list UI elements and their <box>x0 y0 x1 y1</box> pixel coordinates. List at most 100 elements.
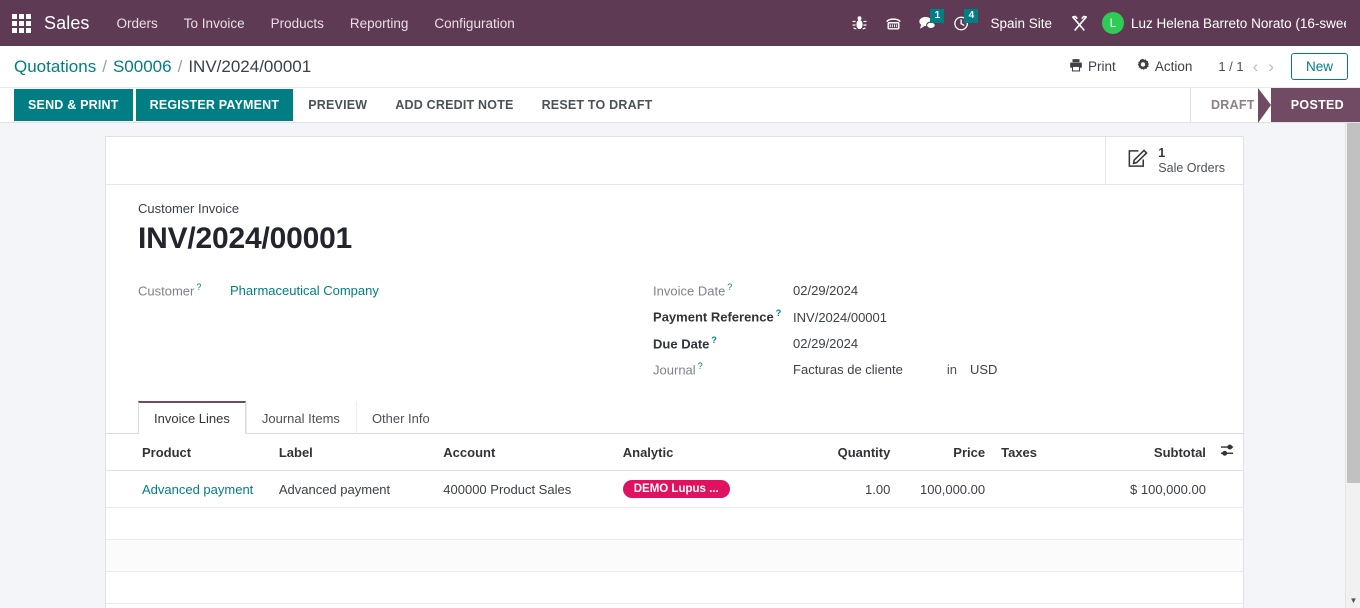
pager-previous-icon[interactable]: ‹ <box>1248 58 1264 75</box>
cell-subtotal[interactable]: $ 100,000.00 <box>1082 470 1212 509</box>
send-and-print-button[interactable]: SEND & PRINT <box>14 89 133 121</box>
breadcrumb: Quotations / S00006 / INV/2024/00001 <box>14 57 311 77</box>
cell-quantity[interactable]: 1.00 <box>788 470 899 509</box>
cell-product[interactable]: Advanced payment <box>106 470 271 509</box>
menu-reporting[interactable]: Reporting <box>337 10 422 37</box>
user-menu[interactable]: L Luz Helena Barreto Norato (16-sweet-b.… <box>1096 12 1346 34</box>
cell-price[interactable]: 100,000.00 <box>898 470 994 509</box>
field-customer-label: Customer? <box>138 282 230 298</box>
table-row[interactable]: Advanced payment Advanced payment 400000… <box>106 470 1243 509</box>
print-label: Print <box>1088 59 1116 74</box>
smart-button-text: 1 Sale Orders <box>1158 146 1225 176</box>
messages-icon[interactable]: 1 <box>910 6 945 40</box>
smart-button-value: 1 <box>1158 145 1166 160</box>
column-header-analytic[interactable]: Analytic <box>614 434 789 472</box>
scrollbar-thumb[interactable] <box>1347 123 1360 483</box>
table-body: Advanced payment Advanced payment 400000… <box>106 470 1243 605</box>
help-icon[interactable]: ? <box>711 335 717 345</box>
field-journal-value[interactable]: Facturas de cliente <box>793 362 903 377</box>
table-header-row: Product Label Account Analytic Quantity … <box>106 434 1243 472</box>
navbar-right-tools: 1 4 Spain Site L Luz Helena Barreto Nora… <box>842 6 1350 40</box>
app-brand-sales[interactable]: Sales <box>38 13 104 34</box>
help-icon[interactable]: ? <box>776 308 782 318</box>
table-row-empty[interactable] <box>106 539 1243 573</box>
field-customer-value[interactable]: Pharmaceutical Company <box>230 283 379 298</box>
breadcrumb-item-quotations[interactable]: Quotations <box>14 57 96 77</box>
print-button[interactable]: Print <box>1059 53 1126 80</box>
cell-product-link[interactable]: Advanced payment <box>142 482 253 497</box>
pager-count: 1 / 1 <box>1218 59 1244 74</box>
breadcrumb-separator: / <box>102 56 107 76</box>
cell-taxes[interactable] <box>993 470 1083 509</box>
bug-icon[interactable] <box>842 6 876 40</box>
field-invoice-date-value[interactable]: 02/29/2024 <box>793 283 858 298</box>
fields-group: Customer? Pharmaceutical Company Invoice… <box>138 280 1211 387</box>
analytic-tag-badge[interactable]: DEMO Lupus ... <box>622 480 730 499</box>
tab-invoice-lines[interactable]: Invoice Lines <box>138 401 246 435</box>
tools-wrench-icon[interactable] <box>1062 6 1096 40</box>
preview-button[interactable]: PREVIEW <box>294 88 381 122</box>
smart-button-label: Sale Orders <box>1158 160 1225 175</box>
field-payment-reference: Payment Reference? INV/2024/00001 <box>653 308 1211 324</box>
field-due-date-value[interactable]: 02/29/2024 <box>793 336 858 351</box>
column-header-label[interactable]: Label <box>270 434 436 472</box>
field-payment-reference-value[interactable]: INV/2024/00001 <box>793 310 887 325</box>
field-payment-reference-label: Payment Reference? <box>653 308 793 324</box>
messages-badge: 1 <box>930 9 945 23</box>
currency-code[interactable]: USD <box>957 362 997 377</box>
table-row-empty[interactable] <box>106 571 1243 605</box>
action-button[interactable]: Action <box>1126 53 1203 80</box>
help-icon[interactable]: ? <box>196 282 201 292</box>
form-view-area: 1 Sale Orders Customer Invoice INV/2024/… <box>0 123 1360 608</box>
table-row-empty[interactable] <box>106 507 1243 541</box>
status-bar: DRAFT POSTED <box>1189 88 1360 123</box>
scroll-down-icon[interactable]: ▼ <box>1346 593 1360 608</box>
sheet-body: Customer Invoice INV/2024/00001 Customer… <box>106 185 1243 387</box>
smart-button-sale-orders[interactable]: 1 Sale Orders <box>1105 137 1243 184</box>
help-icon[interactable]: ? <box>698 361 703 371</box>
apps-grid-icon[interactable] <box>8 10 34 36</box>
reset-to-draft-button[interactable]: RESET TO DRAFT <box>528 88 667 122</box>
new-button[interactable]: New <box>1290 53 1348 80</box>
menu-to-invoice[interactable]: To Invoice <box>171 10 258 37</box>
phone-icon[interactable] <box>876 6 910 40</box>
register-payment-button[interactable]: REGISTER PAYMENT <box>135 89 294 121</box>
help-icon[interactable]: ? <box>727 282 732 292</box>
field-invoice-date-label-text: Invoice Date <box>653 283 726 299</box>
activities-clock-icon[interactable]: 4 <box>944 6 979 40</box>
pager-next-icon[interactable]: › <box>1263 58 1279 75</box>
menu-orders[interactable]: Orders <box>104 10 171 37</box>
column-header-subtotal[interactable]: Subtotal <box>1082 434 1212 472</box>
status-posted[interactable]: POSTED <box>1253 88 1360 123</box>
column-options-icon[interactable] <box>1220 444 1235 460</box>
page-title: INV/2024/00001 <box>138 222 353 255</box>
menu-configuration[interactable]: Configuration <box>421 10 527 37</box>
field-due-date-label: Due Date? <box>653 335 793 351</box>
tab-journal-items[interactable]: Journal Items <box>245 401 356 435</box>
cell-label[interactable]: Advanced payment <box>270 470 436 509</box>
breadcrumb-item-s00006[interactable]: S00006 <box>113 57 172 77</box>
field-payment-reference-label-text: Payment Reference <box>653 309 774 325</box>
notebook-tabs: Invoice Lines Journal Items Other Info <box>106 401 1243 435</box>
field-due-date-label-text: Due Date <box>653 335 710 351</box>
tab-other-info[interactable]: Other Info <box>355 401 446 435</box>
website-selector[interactable]: Spain Site <box>978 16 1062 31</box>
fields-column-right: Invoice Date? 02/29/2024 Payment Referen… <box>653 280 1211 387</box>
record-action-bar: SEND & PRINT REGISTER PAYMENT PREVIEW AD… <box>0 88 1360 123</box>
column-header-product[interactable]: Product <box>106 434 271 472</box>
cell-analytic[interactable]: DEMO Lupus ... <box>614 470 789 509</box>
field-journal: Journal? Facturas de cliente in USD <box>653 361 1211 377</box>
fields-column-left: Customer? Pharmaceutical Company <box>138 280 653 387</box>
add-credit-note-button[interactable]: ADD CREDIT NOTE <box>381 88 527 122</box>
field-invoice-date: Invoice Date? 02/29/2024 <box>653 282 1211 298</box>
printer-icon <box>1069 58 1083 75</box>
column-header-price[interactable]: Price <box>898 434 994 472</box>
currency-preposition: in <box>946 362 957 378</box>
column-header-taxes[interactable]: Taxes <box>993 434 1083 472</box>
cell-account[interactable]: 400000 Product Sales <box>435 470 615 509</box>
column-header-account[interactable]: Account <box>435 434 615 472</box>
vertical-scrollbar[interactable]: ▼ <box>1345 123 1360 608</box>
column-header-quantity[interactable]: Quantity <box>788 434 899 472</box>
menu-products[interactable]: Products <box>258 10 337 37</box>
user-name: Luz Helena Barreto Norato (16-sweet-b... <box>1131 15 1346 31</box>
